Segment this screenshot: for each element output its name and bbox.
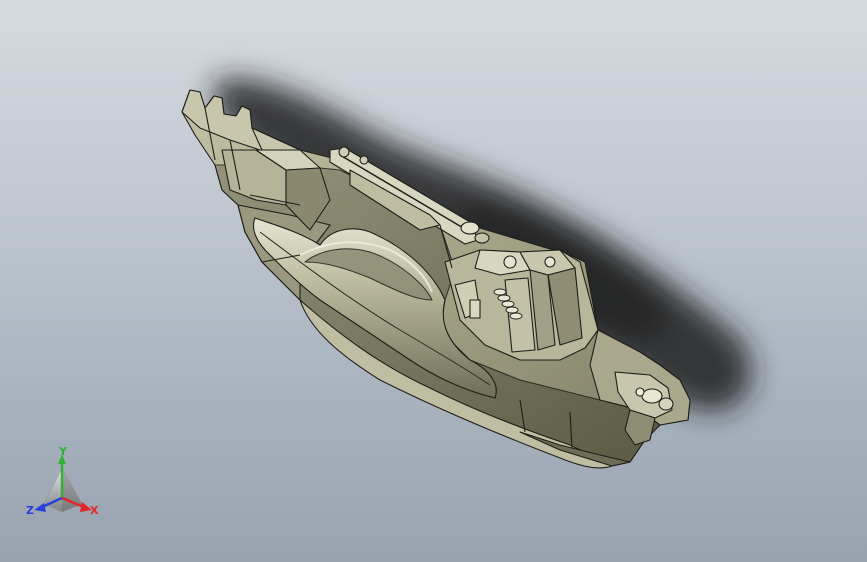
model-view[interactable] — [0, 0, 867, 562]
z-axis-label: Z — [26, 504, 34, 517]
orientation-triad[interactable]: Y X Z — [22, 445, 106, 526]
x-axis-label: X — [90, 504, 99, 517]
z-axis-arrow-icon — [34, 503, 46, 512]
y-axis-label: Y — [58, 446, 68, 458]
graphics-viewport[interactable]: Y X Z — [0, 0, 867, 562]
